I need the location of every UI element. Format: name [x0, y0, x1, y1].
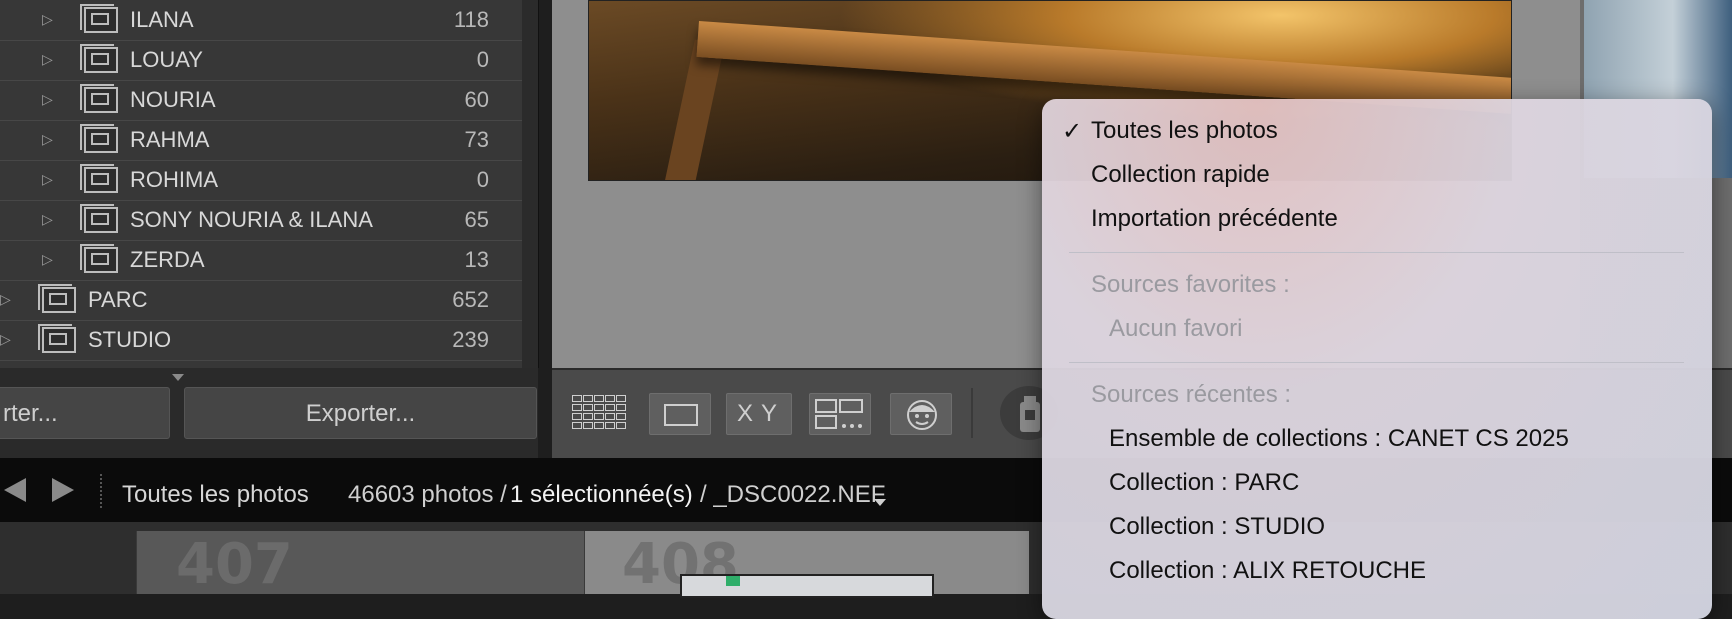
collection-name: ILANA — [130, 7, 194, 32]
collection-set-icon — [38, 324, 76, 353]
thumbnail-detail — [726, 576, 740, 586]
collection-row-sony-nouria-ilana[interactable]: ▷ SONY NOURIA & ILANA 65 — [0, 200, 522, 241]
collection-count: 239 — [452, 327, 489, 352]
menu-separator — [1069, 362, 1684, 363]
loupe-icon — [664, 404, 698, 426]
filmstrip-thumbnail[interactable] — [680, 574, 934, 598]
collection-set-icon — [80, 4, 118, 33]
survey-view-button[interactable] — [809, 393, 871, 435]
collection-row-rahma[interactable]: ▷ RAHMA 73 — [0, 120, 522, 161]
collection-set-icon — [80, 204, 118, 233]
collection-name: PARC — [88, 287, 148, 312]
menu-item-previous-import[interactable]: Importation précédente — [1091, 205, 1338, 233]
collection-count: 0 — [476, 47, 489, 72]
collection-set-icon — [80, 84, 118, 113]
collection-row-studio[interactable]: ▷ STUDIO 239 — [0, 320, 522, 361]
forward-arrow-icon[interactable] — [52, 478, 74, 502]
collection-set-icon — [80, 44, 118, 73]
collection-row-rohima[interactable]: ▷ ROHIMA 0 — [0, 160, 522, 201]
back-arrow-icon[interactable] — [4, 478, 26, 502]
expand-arrow-icon[interactable]: ▷ — [42, 250, 60, 268]
collection-count: 13 — [464, 247, 489, 272]
collection-name: ZERDA — [130, 247, 205, 272]
collection-count: 652 — [452, 287, 489, 312]
collection-name: STUDIO — [88, 327, 172, 352]
menu-header-recent: Sources récentes : — [1091, 381, 1292, 408]
photo-count: 46603 photos / — [348, 481, 507, 508]
expand-arrow-icon[interactable]: ▷ — [42, 50, 60, 68]
panel-collapse-caret-icon[interactable] — [172, 374, 184, 381]
collection-name: ROHIMA — [130, 167, 218, 192]
expand-arrow-icon[interactable]: ▷ — [42, 170, 60, 188]
toolbar-separator — [971, 388, 973, 438]
expand-arrow-icon[interactable]: ▷ — [42, 10, 60, 28]
collection-row-zerda[interactable]: ▷ ZERDA 13 — [0, 240, 522, 281]
collection-row-parc[interactable]: ▷ PARC 652 — [0, 280, 522, 321]
menu-item-recent-alix-retouche[interactable]: Collection : ALIX RETOUCHE — [1109, 557, 1426, 585]
collection-count: 73 — [464, 127, 489, 152]
collection-row-nouria[interactable]: ▷ NOURIA 60 — [0, 80, 522, 121]
menu-item-all-photos[interactable]: Toutes les photos — [1091, 117, 1278, 145]
face-icon — [907, 400, 937, 430]
menu-header-favorites: Sources favorites : — [1091, 271, 1290, 298]
collection-name: NOURIA — [130, 87, 216, 112]
menu-item-recent-studio[interactable]: Collection : STUDIO — [1109, 513, 1325, 541]
collection-set-icon — [80, 164, 118, 193]
collection-row-ilana[interactable]: ▷ ILANA 118 — [0, 0, 522, 41]
collection-row-louay[interactable]: ▷ LOUAY 0 — [0, 40, 522, 81]
import-button[interactable]: rter... — [0, 387, 170, 439]
filmstrip-divider — [100, 474, 104, 508]
menu-item-no-favorites: Aucun favori — [1109, 315, 1243, 342]
selected-count: 1 sélectionnée(s) — [510, 481, 693, 508]
filename-label[interactable]: / _DSC0022.NEF — [700, 481, 885, 509]
collections-panel: ▷ ILANA 118 ▷ LOUAY 0 ▷ NOURIA 60 ▷ RAHM… — [0, 0, 539, 368]
expand-arrow-icon[interactable]: ▷ — [42, 130, 60, 148]
collection-set-icon — [38, 284, 76, 313]
bench-leg — [663, 39, 725, 180]
collection-name: LOUAY — [130, 47, 203, 72]
loupe-view-button[interactable] — [649, 393, 711, 435]
collection-name: RAHMA — [130, 127, 210, 152]
expand-arrow-icon[interactable]: ▷ — [42, 90, 60, 108]
compare-x-icon: X — [737, 400, 754, 427]
check-mark-icon: ✓ — [1062, 118, 1083, 145]
compare-view-button[interactable]: X Y — [726, 393, 792, 435]
compare-y-icon: Y — [761, 400, 778, 427]
grid-view-button[interactable] — [570, 393, 632, 435]
menu-item-recent-parc[interactable]: Collection : PARC — [1109, 469, 1299, 497]
export-button[interactable]: Exporter... — [184, 387, 537, 439]
people-view-button[interactable] — [890, 393, 952, 435]
filmstrip-source-label[interactable]: Toutes les photos — [122, 481, 309, 509]
expand-arrow-icon[interactable]: ▷ — [0, 290, 18, 308]
menu-separator — [1069, 252, 1684, 253]
collection-count: 65 — [464, 207, 489, 232]
menu-item-quick-collection[interactable]: Collection rapide — [1091, 161, 1270, 189]
menu-item-recent-collection-set[interactable]: Ensemble de collections : CANET CS 2025 — [1109, 425, 1569, 453]
collection-set-icon — [80, 244, 118, 273]
collection-count: 118 — [453, 7, 489, 32]
survey-icon — [815, 399, 863, 429]
collection-count: 60 — [464, 87, 489, 112]
collection-set-icon — [80, 124, 118, 153]
expand-arrow-icon[interactable]: ▷ — [42, 210, 60, 228]
cell-index-number: 407 — [176, 532, 293, 597]
source-filter-menu: ✓ Toutes les photos Collection rapide Im… — [1042, 99, 1712, 619]
collection-count: 0 — [476, 167, 489, 192]
panel-scrollbar[interactable] — [522, 0, 538, 368]
source-dropdown-caret-icon[interactable] — [874, 499, 886, 506]
collection-name: SONY NOURIA & ILANA — [130, 207, 373, 232]
expand-arrow-icon[interactable]: ▷ — [0, 330, 18, 348]
